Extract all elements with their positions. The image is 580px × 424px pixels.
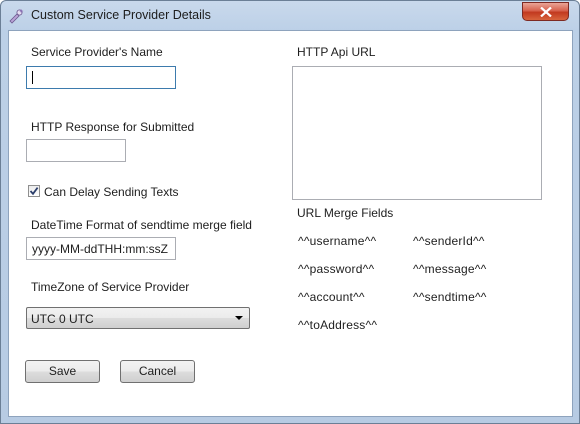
timezone-dropdown[interactable]: UTC 0 UTC xyxy=(26,307,250,329)
title-bar[interactable]: Custom Service Provider Details xyxy=(1,1,579,31)
save-button[interactable]: Save xyxy=(25,360,100,383)
merge-field-sendtime: ^^sendtime^^ xyxy=(413,290,487,304)
checkmark-icon xyxy=(29,187,39,196)
dialog-content: Service Provider's Name HTTP Response fo… xyxy=(8,30,573,417)
datetime-format-value: yyyy-MM-ddTHH:mm:ssZ xyxy=(32,242,168,256)
provider-name-field[interactable] xyxy=(26,66,176,89)
cancel-button[interactable]: Cancel xyxy=(120,360,195,383)
datetime-format-label: DateTime Format of sendtime merge field xyxy=(31,218,252,232)
merge-field-password: ^^password^^ xyxy=(298,262,375,276)
http-response-field[interactable] xyxy=(26,139,126,162)
timezone-label: TimeZone of Service Provider xyxy=(31,280,190,294)
merge-field-senderid: ^^senderId^^ xyxy=(413,234,485,248)
chevron-down-icon xyxy=(235,316,243,320)
dialog-window: Custom Service Provider Details Service … xyxy=(0,0,580,424)
datetime-format-field[interactable]: yyyy-MM-ddTHH:mm:ssZ xyxy=(26,237,176,260)
timezone-selected-value: UTC 0 UTC xyxy=(31,312,94,326)
text-caret xyxy=(32,71,33,84)
merge-field-username: ^^username^^ xyxy=(298,234,377,248)
delay-checkbox-label[interactable]: Can Delay Sending Texts xyxy=(44,185,179,199)
http-response-label: HTTP Response for Submitted xyxy=(31,120,195,134)
provider-name-label: Service Provider's Name xyxy=(31,45,163,59)
close-button[interactable] xyxy=(522,2,569,21)
window-title: Custom Service Provider Details xyxy=(31,8,211,22)
merge-field-account: ^^account^^ xyxy=(298,290,365,304)
app-icon xyxy=(8,8,24,24)
merge-field-message: ^^message^^ xyxy=(413,262,487,276)
merge-fields-label: URL Merge Fields xyxy=(297,206,394,220)
api-url-label: HTTP Api URL xyxy=(297,45,376,59)
merge-field-toaddress: ^^toAddress^^ xyxy=(298,318,378,332)
delay-checkbox[interactable] xyxy=(28,185,40,197)
close-icon xyxy=(540,7,552,17)
api-url-textarea[interactable] xyxy=(292,66,542,200)
